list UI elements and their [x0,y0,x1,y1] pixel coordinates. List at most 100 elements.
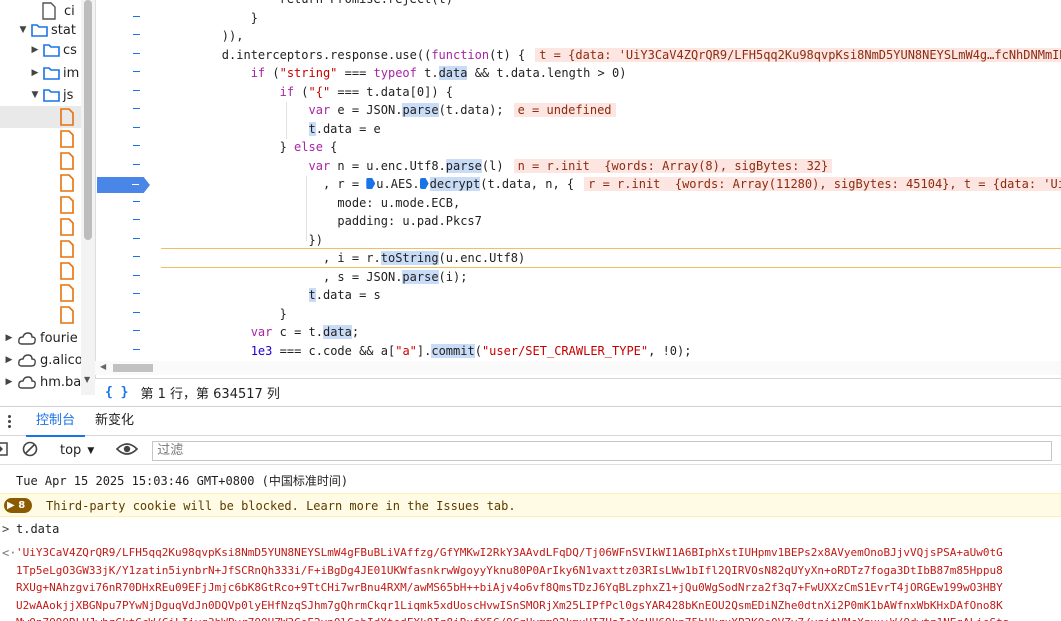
breakpoint-slot[interactable] [133,71,140,72]
chevron-right-icon[interactable]: ▶ [30,68,40,78]
line-gutter[interactable] [96,46,156,65]
console-timestamp: Tue Apr 15 2025 15:03:46 GMT+0800 (中国标准时… [16,474,349,488]
code-line[interactable]: }) [96,231,1061,250]
line-gutter[interactable] [96,286,156,305]
breakpoint-slot[interactable] [133,256,140,257]
code-line[interactable]: return Promise.reject(t) [96,0,1061,9]
chevron-right-icon[interactable]: ▶ [4,355,14,365]
line-gutter[interactable] [96,83,156,102]
code-line[interactable]: var c = t.data; [96,323,1061,342]
line-gutter[interactable] [96,0,156,9]
breakpoint-slot[interactable] [133,145,140,146]
code-line[interactable]: } else { [96,138,1061,157]
live-expression-eye-icon[interactable] [116,442,139,460]
chevron-right-icon[interactable]: ▶ [4,333,14,343]
code-line[interactable]: var n = u.enc.Utf8.parse(l) n = r.init {w… [96,157,1061,176]
breakpoint-slot[interactable] [133,348,140,350]
breakpoint-slot[interactable] [133,52,140,54]
code-line[interactable]: , r = u.AES. decrypt(t.data, n, {r = r.in… [96,175,1061,194]
editor-horizontal-scrollbar[interactable]: ◀ [95,361,1061,375]
tab-console[interactable]: 控制台 [26,406,86,437]
breakpoint-slot[interactable] [133,219,140,220]
source-editor[interactable]: return Promise.reject(t) } )), d.interce… [95,0,1061,378]
line-gutter[interactable] [96,212,156,231]
code-line[interactable]: )), [96,27,1061,46]
tree-vertical-scrollbar[interactable]: ▼ [81,0,95,395]
code-token: "string" [279,66,338,80]
line-gutter[interactable] [96,231,156,250]
line-gutter[interactable] [96,194,156,213]
code-line[interactable]: } [96,9,1061,28]
line-gutter[interactable] [96,342,156,361]
breakpoint-slot[interactable] [133,126,140,128]
line-gutter[interactable] [96,101,156,120]
file-icon [42,2,56,20]
breakpoint-slot[interactable] [133,200,140,202]
breakpoint-slot[interactable] [133,89,140,91]
code-line[interactable]: } [96,305,1061,324]
tree-item-label: ci [64,3,75,19]
breakpoint-slot[interactable] [133,311,140,313]
code-line[interactable]: , i = r.toString(u.enc.Utf8) [96,249,1061,268]
more-options-icon[interactable] [2,414,16,428]
scroll-down-icon[interactable]: ▼ [84,375,90,384]
code-line[interactable]: mode: u.mode.ECB, [96,194,1061,213]
inline-breakpoint-icon[interactable] [419,178,429,189]
line-gutter[interactable] [96,323,156,342]
chevron-right-icon[interactable]: ▶ [30,45,40,55]
breakpoint-slot[interactable] [133,293,140,294]
code-token: parse [402,103,439,117]
warning-message[interactable]: ▶ 8 Third-party cookie will be blocked. … [0,493,1061,517]
tree-item-label: js [63,87,74,103]
code-line[interactable]: 1e3 === c.code && a["a"].commit("user/SE… [96,342,1061,361]
code-line[interactable]: padding: u.pad.Pkcs7 [96,212,1061,231]
code-line[interactable]: var e = JSON.parse(t.data); e = undefined [96,101,1061,120]
scrollbar-thumb[interactable] [84,0,92,240]
code-line[interactable]: t.data = e [96,120,1061,139]
breakpoint-slot[interactable] [133,163,140,165]
code-line[interactable]: , s = JSON.parse(i); [96,268,1061,287]
code-line[interactable]: if ("{" === t.data[0]) { [96,83,1061,102]
filter-input[interactable] [152,440,1053,461]
line-gutter[interactable] [96,27,156,46]
chevron-down-icon[interactable]: ▼ [18,25,28,35]
breakpoint-slot[interactable] [133,108,140,109]
folder-icon [31,23,48,37]
current-breakpoint-marker[interactable] [97,177,150,193]
line-gutter[interactable] [96,268,156,287]
breakpoint-slot[interactable] [133,34,140,35]
line-gutter[interactable] [96,249,156,268]
line-gutter[interactable] [96,138,156,157]
scrollbar-thumb[interactable] [113,364,153,372]
breakpoint-slot[interactable] [133,15,140,17]
js-file-icon [60,240,74,258]
clear-console-icon[interactable] [22,441,38,461]
sidebar-toggle-icon[interactable] [0,441,12,460]
code-token: ( [265,66,280,80]
inline-variable-value: t = {data: 'UiY3CaV4ZQrQR9/LFH5qq2Ku98qv… [535,47,1061,62]
pretty-print-icon[interactable]: { } [105,385,128,400]
console-result[interactable]: <· 'UiY3CaV4ZQrQR9/LFH5qq2Ku98qvpKsi8NmD… [0,546,1061,621]
code-token: commit [431,343,475,358]
scroll-left-icon[interactable]: ◀ [100,362,106,371]
code-line[interactable]: if ("string" === typeof t.data && t.data… [96,64,1061,83]
inline-breakpoint-icon[interactable] [366,178,376,189]
context-selector[interactable]: top ▼ [60,443,94,458]
warning-count-badge[interactable]: ▶ 8 [4,498,32,513]
code-line[interactable]: t.data = s [96,286,1061,305]
breakpoint-slot[interactable] [133,237,140,239]
chevron-right-icon[interactable]: ▶ [4,377,14,387]
code-line[interactable]: d.interceptors.response.use((function(t)… [96,46,1061,65]
line-gutter[interactable] [96,64,156,83]
breakpoint-slot[interactable] [133,330,140,331]
line-gutter[interactable] [96,120,156,139]
line-gutter[interactable] [96,9,156,28]
line-gutter[interactable] [96,157,156,176]
code-text: } else { [164,138,338,157]
chevron-down-icon[interactable]: ▼ [30,90,40,100]
line-gutter[interactable] [96,305,156,324]
breakpoint-slot[interactable] [133,274,140,276]
tab-changes[interactable]: 新变化 [85,406,144,436]
tree-item-label: g.alico [40,352,83,368]
